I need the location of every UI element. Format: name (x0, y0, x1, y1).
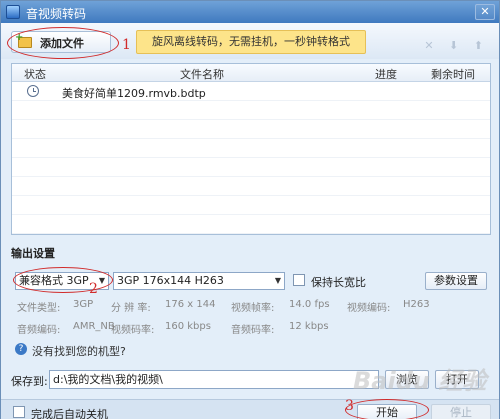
file-type-label: 文件类型: (17, 303, 61, 314)
auto-shutdown-checkbox[interactable] (13, 406, 25, 418)
table-row-empty (12, 158, 490, 177)
table-row-empty (12, 139, 490, 158)
save-path-input[interactable]: d:\我的文档\我的视频\ (49, 370, 379, 389)
audio-bitrate-value: 12 kbps (289, 321, 329, 332)
save-to-label: 保存到: (11, 375, 48, 388)
annotation-circle-1 (7, 27, 119, 59)
device-not-found-link[interactable]: 没有找到您的机型? (32, 343, 126, 359)
chevron-down-icon: ▼ (274, 276, 281, 285)
resolution-value: 176 x 144 (165, 299, 216, 310)
column-filename[interactable]: 文件名称 (52, 66, 352, 82)
annotation-circle-2 (13, 267, 113, 293)
audio-codec-value: AMR_NB (73, 321, 115, 332)
video-codec-value: H263 (403, 299, 430, 310)
audio-bitrate-label: 音频码率: (231, 325, 275, 336)
annotation-number-2: 2 (89, 281, 98, 297)
column-status[interactable]: 状态 (20, 66, 50, 82)
annotation-number-3: 3 (345, 398, 354, 414)
video-fps-value: 14.0 fps (289, 299, 330, 310)
video-fps-label: 视频帧率: (231, 303, 275, 314)
output-settings-label: 输出设置 (11, 247, 55, 260)
annotation-circle-3 (345, 399, 429, 419)
parameter-settings-button[interactable]: 参数设置 (425, 272, 487, 290)
preset-value: 3GP 176x144 H263 (117, 274, 224, 287)
table-header: 状态 文件名称 进度 剩余时间 (12, 64, 490, 82)
title-bar: 音视频转码 ✕ (1, 1, 499, 23)
keep-ratio-checkbox[interactable] (293, 274, 305, 286)
app-window: 音视频转码 ✕ 添加文件 旋风离线转码，无需挂机，一秒钟转格式 ✕ ⬇ ⬆ 状态… (0, 0, 500, 419)
watermark: Baidu 经验 (353, 367, 487, 395)
column-progress[interactable]: 进度 (364, 66, 408, 82)
promo-banner[interactable]: 旋风离线转码，无需挂机，一秒钟转格式 (136, 30, 366, 54)
app-icon (6, 5, 20, 19)
window-title: 音视频转码 (26, 7, 87, 21)
table-row-empty (12, 101, 490, 120)
stop-button[interactable]: 停止 (431, 404, 491, 419)
help-icon: ? (15, 343, 27, 355)
resolution-label: 分 辨 率: (111, 303, 151, 314)
table-row[interactable]: 美食好简单1209.rmvb.bdtp (12, 82, 490, 101)
keep-ratio-label: 保持长宽比 (311, 276, 366, 289)
table-row-empty (12, 196, 490, 215)
auto-shutdown-label: 完成后自动关机 (31, 408, 108, 419)
file-table: 状态 文件名称 进度 剩余时间 美食好简单1209.rmvb.bdtp (11, 63, 491, 235)
table-row-empty (12, 120, 490, 139)
video-bitrate-label: 视频码率: (111, 325, 155, 336)
table-row-empty (12, 215, 490, 234)
file-type-value: 3GP (73, 299, 94, 310)
video-codec-label: 视频编码: (347, 303, 391, 314)
close-button[interactable]: ✕ (475, 4, 495, 20)
table-row-empty (12, 177, 490, 196)
video-bitrate-value: 160 kbps (165, 321, 211, 332)
column-remaining[interactable]: 剩余时间 (420, 66, 486, 82)
preset-select[interactable]: 3GP 176x144 H263 ▼ (113, 272, 285, 290)
audio-codec-label: 音频编码: (17, 325, 61, 336)
clock-icon (27, 85, 39, 97)
file-name: 美食好简单1209.rmvb.bdtp (62, 87, 206, 100)
annotation-number-1: 1 (122, 37, 131, 53)
list-action-icons[interactable]: ✕ ⬇ ⬆ (424, 39, 489, 52)
